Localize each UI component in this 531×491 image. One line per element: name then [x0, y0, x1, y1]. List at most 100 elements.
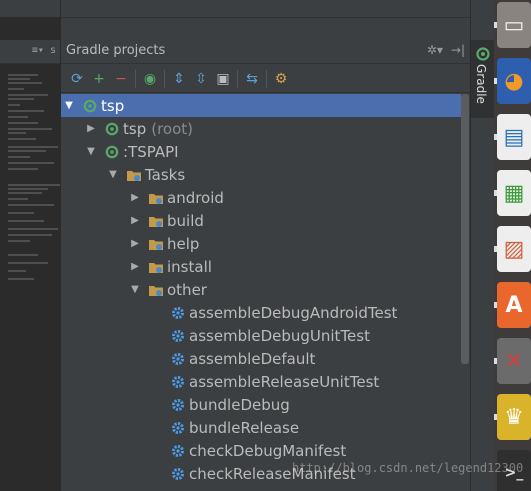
- gradle-toolbar: ⟳ + − ◉ ⇕ ⇳ ▣ ⇆ ⚙: [61, 65, 471, 93]
- expand-arrow-icon[interactable]: ▶: [129, 238, 141, 249]
- task-node[interactable]: bundleDebug: [61, 393, 461, 416]
- launcher-dock: ▭ ◕ ▤ ▦ ▨ A ✕ ♛ >_: [494, 0, 531, 491]
- settings-gear-dropdown-icon[interactable]: ✲▾: [427, 43, 443, 57]
- gradle-side-tab-label[interactable]: Gradle: [474, 64, 488, 104]
- execute-task-icon[interactable]: ◉: [139, 68, 161, 90]
- code-line-preview: [8, 262, 48, 264]
- code-line-preview: [8, 94, 48, 96]
- libreoffice-calc-icon[interactable]: ▦: [497, 170, 531, 216]
- editor-strip: ≡▾ s: [0, 0, 60, 491]
- editor-content[interactable]: [0, 64, 60, 304]
- tree-node[interactable]: ▶ tsp (root): [61, 117, 461, 140]
- expand-all-icon[interactable]: ⇕: [168, 68, 190, 90]
- code-line-preview: [8, 228, 58, 230]
- system-settings-icon[interactable]: ✕: [497, 338, 531, 384]
- expand-arrow-icon[interactable]: ▶: [129, 261, 141, 272]
- firefox-icon[interactable]: ◕: [497, 58, 531, 104]
- tree-node-label: assembleDebugUnitTest: [189, 326, 370, 345]
- code-line-preview: [8, 234, 52, 236]
- task-folder-icon: [147, 235, 165, 253]
- task-node[interactable]: assembleDefault: [61, 347, 461, 370]
- code-line-preview: [8, 88, 24, 90]
- gradle-tree[interactable]: ▼ tsp ▶ tsp (root) ▼:TSPAPI ▼ Tasks ▶ android ▶ bui…: [61, 94, 461, 491]
- libreoffice-impress-icon[interactable]: ▨: [497, 226, 531, 272]
- task-node[interactable]: assembleDebugAndroidTest: [61, 301, 461, 324]
- gear-icon: [169, 350, 187, 368]
- tree-node-label: build: [167, 211, 204, 230]
- tree-node[interactable]: ▼ other: [61, 278, 461, 301]
- expand-arrow-icon[interactable]: ▶: [85, 123, 97, 134]
- code-line-preview: [8, 156, 30, 158]
- expand-arrow-icon[interactable]: ▶: [129, 215, 141, 226]
- task-node[interactable]: assembleDebugUnitTest: [61, 324, 461, 347]
- hide-panel-icon[interactable]: →|: [451, 43, 465, 57]
- refresh-all-icon[interactable]: ⟳: [66, 68, 88, 90]
- tree-node[interactable]: ▼ tsp: [61, 94, 461, 117]
- code-line-preview: [8, 116, 28, 118]
- dock-running-indicator: [494, 78, 497, 84]
- show-dependencies-icon[interactable]: ⇆: [241, 68, 263, 90]
- gear-icon: [169, 304, 187, 322]
- gradle-settings-icon[interactable]: ⚙: [270, 68, 292, 90]
- tree-node-label: install: [167, 257, 212, 276]
- dock-running-indicator: [494, 414, 497, 420]
- code-line-preview: [8, 220, 44, 222]
- files-app-icon[interactable]: ▭: [497, 2, 531, 48]
- tree-node[interactable]: ▶ install: [61, 255, 461, 278]
- toolbar-separator: [237, 69, 238, 88]
- code-line-preview: [8, 212, 34, 214]
- code-line-preview: [8, 240, 30, 242]
- editor-title-bar: [0, 0, 60, 18]
- collapse-arrow-icon[interactable]: ▼: [85, 146, 97, 157]
- dock-running-indicator: [494, 358, 497, 364]
- tree-node-label: :TSPAPI: [123, 142, 179, 161]
- code-line-preview: [8, 82, 42, 84]
- task-node[interactable]: assembleReleaseUnitTest: [61, 370, 461, 393]
- right-tool-window-bar: Gradle: [470, 0, 495, 491]
- collapse-arrow-icon[interactable]: ▼: [107, 169, 119, 180]
- dock-running-indicator: [494, 190, 497, 196]
- tree-scrollbar[interactable]: [461, 94, 469, 364]
- tree-node-label: tsp: [123, 119, 147, 138]
- gear-icon: [169, 327, 187, 345]
- collapse-arrow-icon[interactable]: ▼: [63, 100, 75, 111]
- panel-header: Gradle projects ✲▾ →|: [61, 40, 471, 64]
- dock-running-indicator: [494, 134, 497, 140]
- software-center-icon[interactable]: A: [497, 282, 531, 328]
- collapse-arrow-icon[interactable]: ▼: [129, 284, 141, 295]
- code-line-preview: [8, 204, 54, 206]
- add-icon[interactable]: +: [88, 68, 110, 90]
- code-line-preview: [8, 138, 36, 140]
- editor-tab-bar[interactable]: ≡▾ s: [0, 40, 60, 64]
- task-folder-icon: [147, 212, 165, 230]
- remove-icon[interactable]: −: [110, 68, 132, 90]
- libreoffice-writer-icon[interactable]: ▤: [497, 114, 531, 160]
- task-folder-icon: [125, 166, 143, 184]
- gradle-projects-panel: Gradle projects ✲▾ →| ⟳ + − ◉ ⇕ ⇳ ▣ ⇆ ⚙ ▼ tsp ▶ tsp…: [60, 0, 471, 491]
- code-line-preview: [8, 198, 28, 200]
- tree-node[interactable]: ▶ build: [61, 209, 461, 232]
- tree-node-label: bundleRelease: [189, 418, 300, 437]
- tree-node-label: assembleDebugAndroidTest: [189, 303, 398, 322]
- collapse-all-icon[interactable]: ⇳: [190, 68, 212, 90]
- tree-node[interactable]: ▶ android: [61, 186, 461, 209]
- dock-running-indicator: [494, 302, 497, 308]
- code-line-preview: [8, 278, 34, 280]
- crown-app-icon[interactable]: ♛: [497, 394, 531, 440]
- toolbar-separator: [135, 69, 136, 88]
- tree-node[interactable]: ▼ Tasks: [61, 163, 461, 186]
- tree-node[interactable]: ▼ :TSPAPI: [61, 140, 461, 163]
- tree-node-label: Tasks: [145, 165, 186, 184]
- editor-lower-area: [0, 304, 60, 491]
- tree-node[interactable]: ▶ help: [61, 232, 461, 255]
- code-line-preview: [8, 270, 26, 272]
- toggle-offline-icon[interactable]: ▣: [212, 68, 234, 90]
- code-line-preview: [8, 110, 44, 112]
- tree-node-hint: (root): [151, 119, 193, 138]
- expand-arrow-icon[interactable]: ▶: [129, 192, 141, 203]
- task-node[interactable]: bundleRelease: [61, 416, 461, 439]
- code-line-preview: [8, 98, 34, 100]
- task-node[interactable]: checkDebugManifest: [61, 439, 461, 462]
- tab-list-menu[interactable]: ≡▾ s: [32, 45, 56, 56]
- gear-icon: [169, 373, 187, 391]
